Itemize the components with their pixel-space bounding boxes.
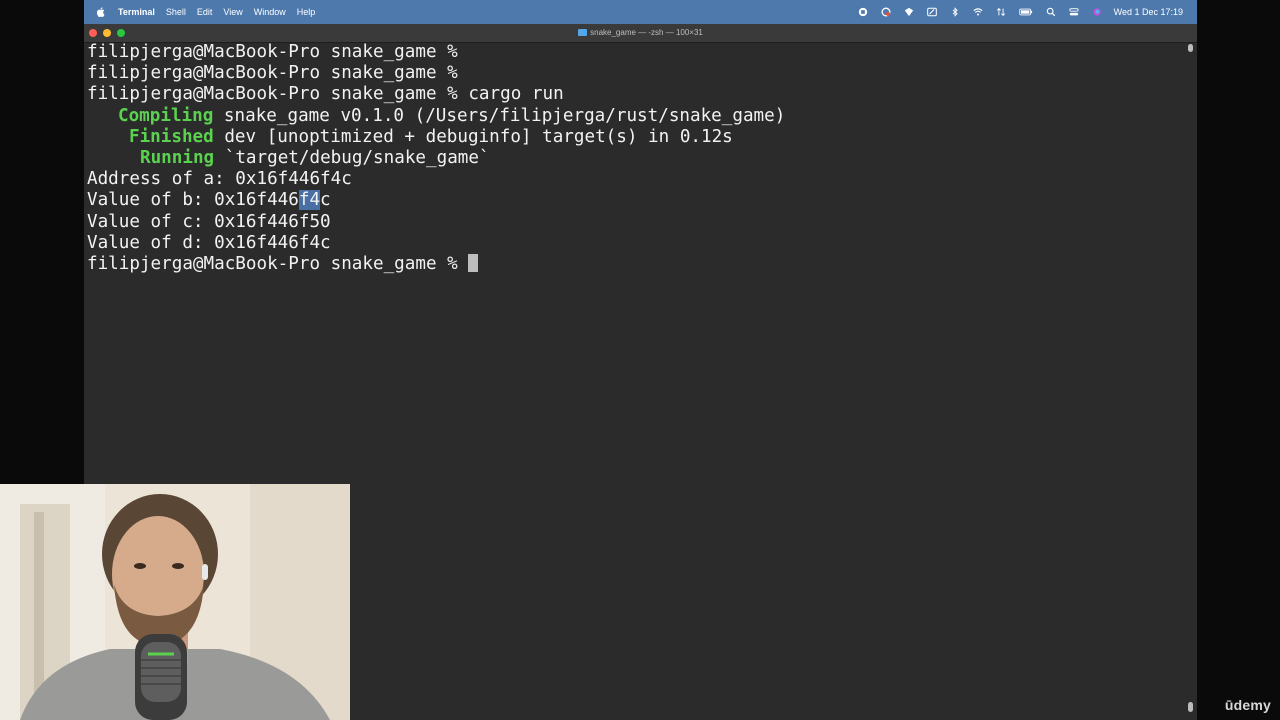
menu-bar: Terminal Shell Edit View Window Help Wed…: [84, 0, 1197, 24]
terminal-line: Finished dev [unoptimized + debuginfo] t…: [87, 127, 1185, 148]
finished-label: Finished: [129, 126, 214, 147]
presenter-image: [0, 484, 350, 720]
folder-icon: [578, 29, 588, 36]
window-title-text: snake_game — -zsh — 100×31: [590, 28, 703, 37]
terminal-line: Address of a: 0x16f446f4c: [87, 169, 352, 190]
menu-edit[interactable]: Edit: [197, 7, 213, 17]
control-center-icon[interactable]: [1068, 7, 1080, 17]
wifi-icon[interactable]: [972, 7, 984, 17]
scroll-thumb-bottom[interactable]: [1188, 702, 1193, 712]
value-b-suffix: c: [320, 190, 331, 211]
terminal-line: Value of c: 0x16f446f50: [87, 211, 331, 232]
terminal-line: filipjerga@MacBook-Pro snake_game %: [87, 42, 469, 62]
terminal-titlebar[interactable]: snake_game — -zsh — 100×31: [84, 24, 1197, 43]
terminal-line: filipjerga@MacBook-Pro snake_game % carg…: [87, 84, 564, 105]
stop-record-icon[interactable]: [857, 7, 869, 17]
menu-help[interactable]: Help: [297, 7, 316, 17]
window-title: snake_game — -zsh — 100×31: [84, 24, 1197, 42]
menu-window[interactable]: Window: [254, 7, 286, 17]
text-selection[interactable]: f4: [298, 190, 321, 211]
scroll-thumb-top[interactable]: [1188, 44, 1193, 52]
terminal-output[interactable]: filipjerga@MacBook-Pro snake_game % fili…: [84, 42, 1185, 482]
menu-shell[interactable]: Shell: [166, 7, 186, 17]
transfer-icon[interactable]: [995, 7, 1007, 17]
pen-icon[interactable]: [926, 7, 938, 17]
vpn-icon[interactable]: [903, 7, 915, 17]
text-cursor: [468, 253, 479, 272]
terminal-line: Running `target/debug/snake_game`: [87, 148, 1185, 169]
battery-icon[interactable]: [1018, 7, 1034, 17]
finished-text: dev [unoptimized + debuginfo] target(s) …: [213, 126, 733, 147]
udemy-watermark: ūdemy: [1224, 697, 1271, 713]
menubar-clock[interactable]: Wed 1 Dec 17:19: [1114, 7, 1183, 17]
status-area: Wed 1 Dec 17:19: [857, 0, 1183, 24]
running-label: Running: [140, 147, 215, 168]
terminal-line: Value of d: 0x16f446f4c: [87, 232, 331, 253]
video-frame: Terminal Shell Edit View Window Help Wed…: [0, 0, 1280, 720]
terminal-line: Value of b: 0x16f446f4c: [87, 190, 1185, 211]
menu-view[interactable]: View: [223, 7, 242, 17]
menu-terminal[interactable]: Terminal: [118, 7, 155, 17]
search-icon[interactable]: [1045, 7, 1057, 17]
value-b-prefix: Value of b: 0x16f446: [87, 190, 299, 211]
terminal-line: Compiling snake_game v0.1.0 (/Users/fili…: [87, 106, 1185, 127]
bluetooth-icon[interactable]: [949, 7, 961, 17]
running-text: `target/debug/snake_game`: [214, 147, 490, 168]
siri-icon[interactable]: [1091, 7, 1103, 17]
creative-cloud-icon[interactable]: [880, 7, 892, 17]
apple-icon[interactable]: [96, 7, 105, 17]
compiling-text: snake_game v0.1.0 (/Users/filipjerga/rus…: [213, 105, 786, 126]
terminal-line: filipjerga@MacBook-Pro snake_game %: [87, 63, 469, 84]
terminal-prompt-line: filipjerga@MacBook-Pro snake_game %: [87, 253, 1185, 275]
compiling-label: Compiling: [118, 105, 214, 126]
terminal-scrollbar[interactable]: [1188, 44, 1193, 712]
prompt-text: filipjerga@MacBook-Pro snake_game %: [87, 253, 469, 274]
webcam-overlay: [0, 484, 350, 720]
